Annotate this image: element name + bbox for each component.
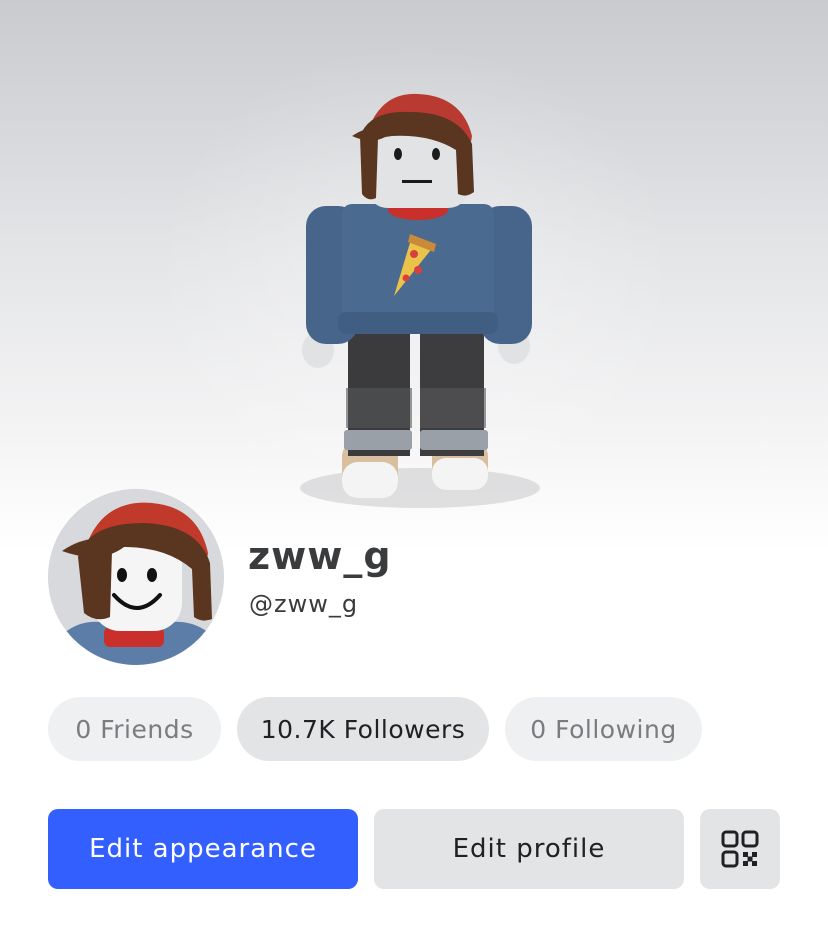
- edit-profile-button[interactable]: Edit profile: [374, 809, 684, 889]
- following-count-pill[interactable]: 0 Following: [505, 697, 702, 761]
- avatar-headshot[interactable]: [48, 489, 224, 665]
- profile-page: zww_g @zww_g 0 Friends 10.7K Followers 0…: [0, 0, 828, 931]
- qr-code-button[interactable]: [700, 809, 780, 889]
- headshot-image: [48, 489, 224, 665]
- edit-appearance-button[interactable]: Edit appearance: [48, 809, 358, 889]
- display-name: zww_g: [248, 534, 392, 578]
- username: @zww_g: [249, 590, 359, 618]
- qr-code-icon: [721, 830, 759, 868]
- friends-count-pill[interactable]: 0 Friends: [48, 697, 221, 761]
- full-body-avatar-image[interactable]: [290, 88, 550, 508]
- followers-count-pill[interactable]: 10.7K Followers: [237, 697, 489, 761]
